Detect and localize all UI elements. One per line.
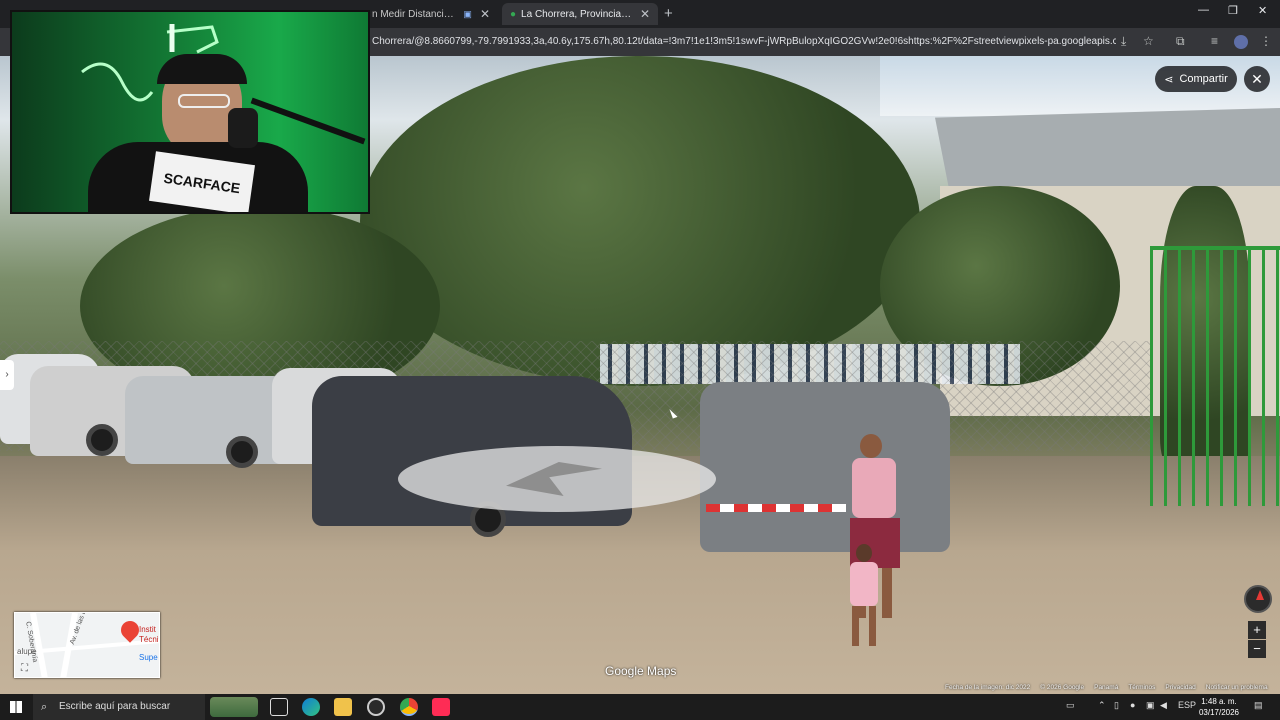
place-label: Instit (139, 625, 156, 634)
profile-avatar[interactable] (1234, 35, 1248, 49)
file-explorer-icon[interactable] (334, 698, 352, 716)
footer-link-privacy[interactable]: Privacidad (1165, 684, 1195, 694)
menu-kebab-icon[interactable]: ⋮ (1260, 34, 1272, 48)
microphone-icon (228, 108, 258, 148)
expand-map-icon[interactable]: ⛶ (21, 663, 28, 674)
tray-network-icon[interactable]: ▣ (1146, 700, 1155, 711)
truck-reflective-tape (706, 504, 846, 512)
tray-language[interactable]: ESP (1178, 700, 1196, 710)
share-icon: ⋖ (1164, 73, 1174, 86)
weather-widget-icon[interactable] (210, 697, 258, 717)
close-streetview-button[interactable]: ✕ (1244, 66, 1270, 92)
building-roof (935, 108, 1280, 188)
place-label: alupe (17, 647, 37, 656)
glasses (178, 94, 230, 108)
tray-mic-icon[interactable]: ● (1130, 700, 1135, 710)
share-button[interactable]: ⋖ Compartir (1155, 66, 1237, 92)
google-maps-watermark: Google Maps (605, 664, 677, 678)
new-tab-button[interactable]: + (664, 5, 673, 22)
minimize-icon[interactable]: — (1198, 4, 1209, 16)
compass-icon[interactable] (1244, 585, 1272, 613)
place-label: Supe (139, 653, 158, 662)
taskbar-search-box[interactable]: ⌕ Escribe aquí para buscar (33, 694, 205, 720)
tiktok-icon[interactable] (432, 698, 450, 716)
maps-pin-icon: ● (510, 8, 517, 20)
install-app-icon[interactable]: ⤓ (1121, 34, 1126, 49)
zoom-in-button[interactable]: + (1248, 621, 1266, 639)
search-placeholder: Escribe aquí para buscar (59, 701, 171, 712)
child-pedestrian (842, 544, 886, 654)
place-label: Técni (139, 635, 159, 644)
arrow-chevron-icon (506, 462, 602, 496)
tray-chevron-icon[interactable]: ⌃ (1098, 700, 1106, 711)
tab-close-icon[interactable]: ✕ (640, 7, 650, 21)
chrome-icon[interactable] (400, 698, 418, 716)
extensions-icon[interactable]: ⧉ (1176, 34, 1185, 49)
clock-time: 1:48 a. m. (1201, 697, 1237, 706)
tray-device-icon[interactable]: ▯ (1114, 700, 1119, 711)
task-view-icon[interactable] (270, 698, 288, 716)
edge-icon[interactable] (302, 698, 320, 716)
minimap-roads (15, 613, 159, 677)
windows-start-icon[interactable] (10, 701, 22, 713)
tab-close-icon[interactable]: ✕ (480, 7, 490, 21)
taskbar-clock[interactable]: 1:48 a. m. 03/17/2026 (1196, 696, 1242, 718)
notification-icon[interactable]: ▤ (1254, 700, 1263, 711)
large-tree (360, 56, 920, 386)
tray-volume-icon[interactable]: ◀ (1160, 700, 1167, 711)
footer-link-report[interactable]: Notificar un problema (1206, 684, 1268, 694)
window-close-icon[interactable]: ✕ (1258, 4, 1267, 17)
wheel (86, 424, 118, 456)
tab-medir-distancias[interactable]: n Medir Distancias, Diorr ▣ ✕ (364, 3, 498, 25)
zoom-out-button[interactable]: − (1248, 640, 1266, 658)
clock-date: 03/17/2026 (1198, 708, 1240, 717)
restore-icon[interactable]: ❐ (1228, 4, 1238, 17)
headphones (157, 54, 247, 84)
search-icon: ⌕ (41, 701, 48, 713)
street-view-footer: Fecha de la imagen: dic 2022 © 2026 Goog… (945, 684, 1275, 694)
footer-link-terms[interactable]: Términos (1128, 684, 1155, 694)
bookmark-star-icon[interactable]: ☆ (1143, 34, 1154, 48)
street-navigation-arrow[interactable] (398, 446, 716, 512)
webcam-overlay: SCARFACE (10, 10, 370, 214)
share-label: Compartir (1179, 73, 1228, 85)
media-control-icon[interactable]: ≡ (1211, 34, 1218, 48)
minimap[interactable]: C. Soberanía Av. de las F Instit Técni S… (14, 612, 160, 678)
tab-title: La Chorrera, Provincia de Panam (521, 8, 632, 20)
image-date: Fecha de la imagen: dic 2022 (945, 684, 1031, 691)
footer-link-country[interactable]: Panamá (1094, 684, 1118, 694)
tab-title: n Medir Distancias, Diorr (372, 8, 458, 20)
copyright: © 2026 Google (1040, 684, 1085, 691)
address-bar[interactable]: Chorrera/@8.8660799,-79.7991933,3a,40.6y… (372, 32, 1116, 52)
tab-la-chorrera[interactable]: ● La Chorrera, Provincia de Panam ✕ (502, 3, 658, 25)
silver-sedan (125, 376, 295, 464)
expand-panel-icon[interactable]: › (0, 360, 14, 390)
app-icon[interactable] (367, 698, 385, 716)
wheel (226, 436, 258, 468)
grey-pickup-truck (700, 382, 950, 552)
tray-display-icon[interactable]: ▭ (1066, 700, 1075, 711)
tab-media-icon: ▣ (463, 8, 472, 19)
windows-taskbar: ⌕ Escribe aquí para buscar ▭ ⌃ ▯ ● ▣ ◀ E… (0, 694, 1280, 720)
green-gate (1150, 246, 1280, 506)
